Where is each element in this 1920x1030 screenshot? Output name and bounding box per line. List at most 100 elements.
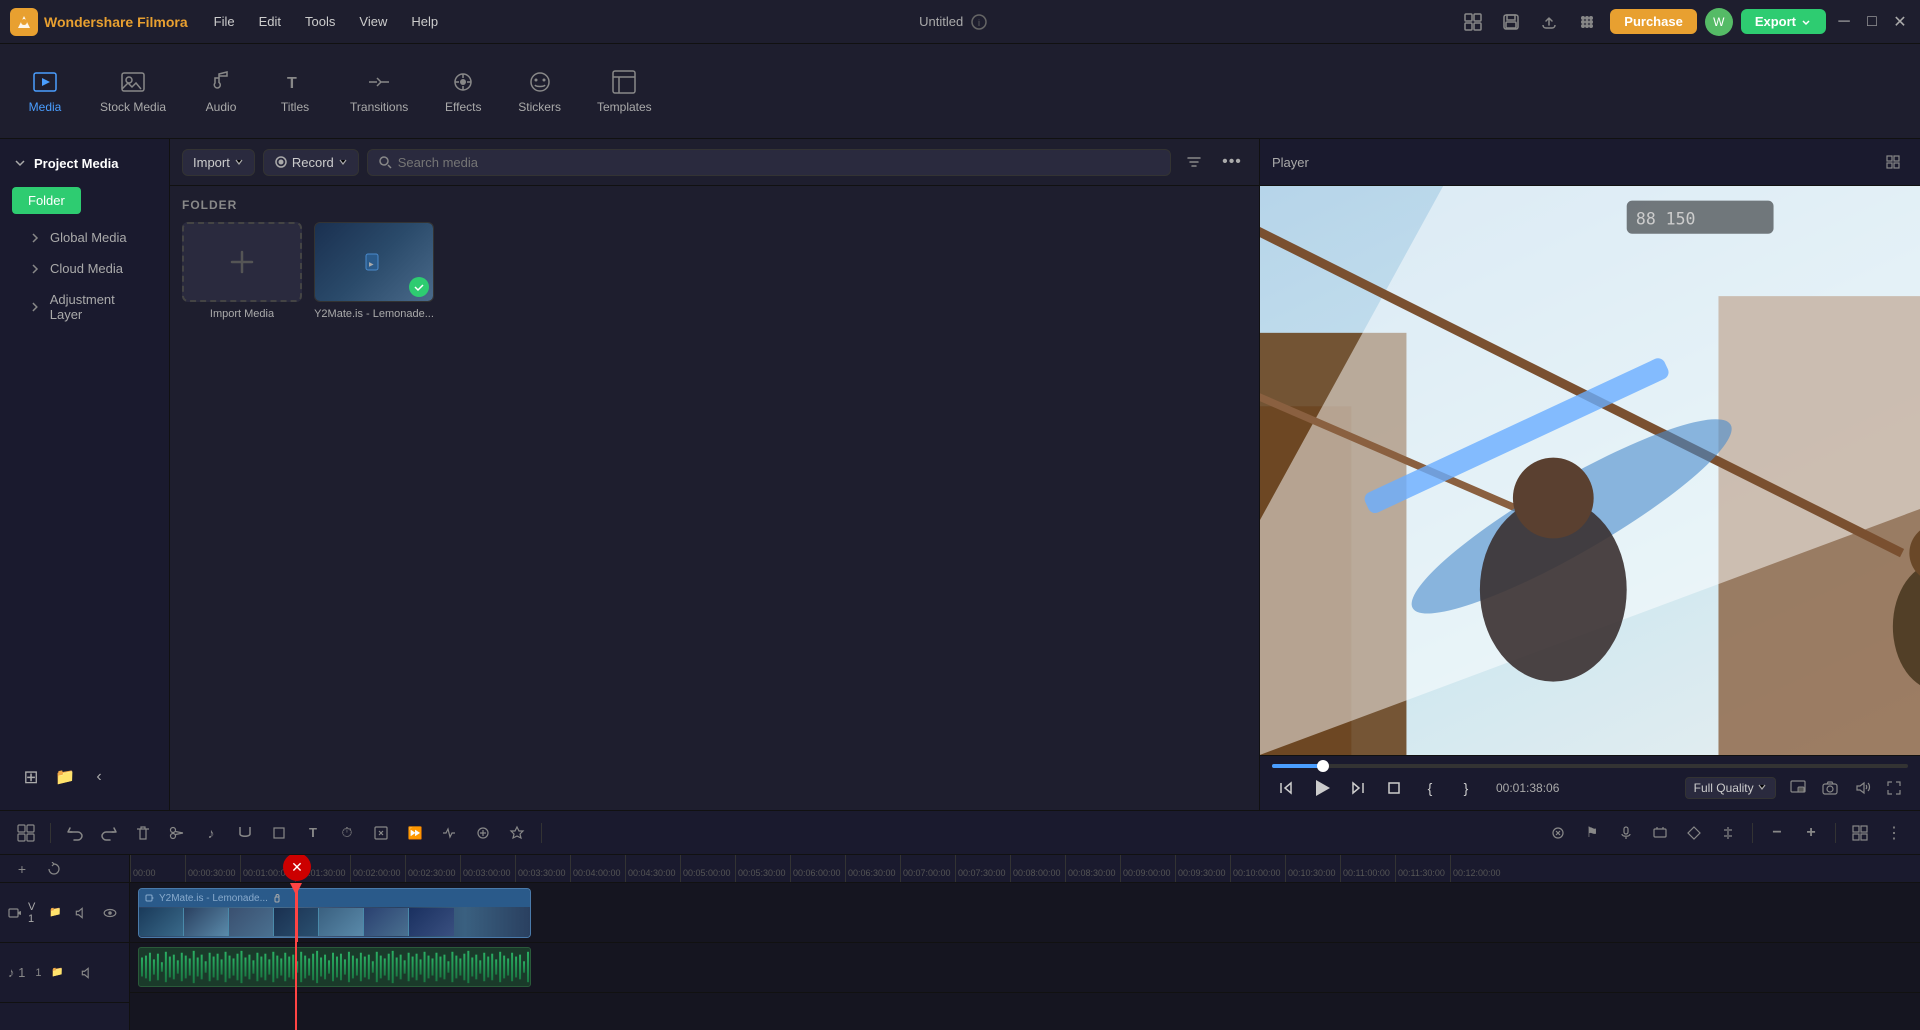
player-bracket-left[interactable]: { bbox=[1416, 774, 1444, 802]
toolbar-effects[interactable]: Effects bbox=[428, 60, 498, 122]
player-fullscreen-button[interactable] bbox=[1880, 774, 1908, 802]
close-button[interactable]: ✕ bbox=[1890, 12, 1910, 32]
maximize-button[interactable]: □ bbox=[1862, 12, 1882, 32]
track-eye-btn[interactable] bbox=[98, 899, 121, 927]
folder-open-icon[interactable]: 📁 bbox=[50, 762, 80, 792]
menu-tools[interactable]: Tools bbox=[295, 10, 345, 33]
toolbar-stock-media[interactable]: Stock Media bbox=[84, 60, 182, 122]
crop-btn[interactable] bbox=[265, 819, 293, 847]
import-media-item[interactable]: Import Media bbox=[182, 222, 302, 320]
media-grid: Import Media ▶ Y2Mate.is - Lemonade... bbox=[182, 222, 1247, 320]
ripple-btn[interactable] bbox=[435, 819, 463, 847]
svg-text:T: T bbox=[287, 75, 297, 92]
text-btn[interactable]: T bbox=[299, 819, 327, 847]
ruler-mark-5m: 00:05:00:00 bbox=[680, 855, 731, 882]
toolbar-transitions[interactable]: Transitions bbox=[334, 60, 424, 122]
track-label-icons bbox=[8, 906, 22, 920]
split-btn[interactable] bbox=[1714, 819, 1742, 847]
player-prev-button[interactable] bbox=[1272, 774, 1300, 802]
clip-video-icon bbox=[145, 893, 155, 903]
audio-track-label: ♪ 1 1 📁 bbox=[0, 943, 129, 1003]
timer-btn[interactable]: ⏱ bbox=[333, 819, 361, 847]
toolbar-stickers[interactable]: Stickers bbox=[502, 60, 577, 122]
keyframe-btn[interactable] bbox=[1680, 819, 1708, 847]
delete-button[interactable] bbox=[129, 819, 157, 847]
player-expand-icon[interactable] bbox=[1878, 147, 1908, 177]
zoom-out-btn[interactable]: − bbox=[1763, 819, 1791, 847]
speed-btn[interactable]: ⏩ bbox=[401, 819, 429, 847]
transform-btn[interactable] bbox=[367, 819, 395, 847]
collapse-icon[interactable]: ‹ bbox=[84, 762, 114, 792]
quality-dropdown[interactable]: Full Quality bbox=[1685, 777, 1776, 799]
ai-btn[interactable] bbox=[1544, 819, 1572, 847]
player-header: Player bbox=[1260, 139, 1920, 186]
menu-file[interactable]: File bbox=[204, 10, 245, 33]
menu-edit[interactable]: Edit bbox=[249, 10, 291, 33]
ruler-mark-12m: 00:12:00:00 bbox=[1450, 855, 1501, 882]
grid-view-btn[interactable] bbox=[1846, 819, 1874, 847]
video-clip-track[interactable]: Y2Mate.is - Lemonade... bbox=[138, 888, 531, 938]
player-snapshot-button[interactable] bbox=[1816, 774, 1844, 802]
more-options-btn[interactable]: ⋮ bbox=[1880, 819, 1908, 847]
player-volume-button[interactable] bbox=[1848, 774, 1876, 802]
marker-btn[interactable]: ⚑ bbox=[1578, 819, 1606, 847]
add-track-button[interactable]: + bbox=[8, 855, 36, 883]
import-dropdown[interactable]: Import bbox=[182, 149, 255, 176]
titlebar-actions: Purchase W Export ─ □ ✕ bbox=[1458, 7, 1910, 37]
ruler-mark-30s: 00:00:30:00 bbox=[185, 855, 236, 882]
audio-track-num: 1 bbox=[35, 967, 41, 979]
export-button[interactable]: Export bbox=[1741, 9, 1826, 34]
track-volume-btn[interactable] bbox=[70, 899, 93, 927]
player-step-forward-button[interactable] bbox=[1344, 774, 1372, 802]
audio-waveform-clip[interactable] bbox=[138, 947, 531, 987]
sidebar-item-cloud-media[interactable]: Cloud Media bbox=[4, 253, 165, 284]
menu-help[interactable]: Help bbox=[401, 10, 448, 33]
new-folder-icon[interactable]: ⊞ bbox=[16, 762, 46, 792]
timeline-ruler: 00:00 00:00:30:00 00:01:00:00 00:01:30:0… bbox=[130, 855, 1920, 883]
record-dropdown[interactable]: Record bbox=[263, 149, 359, 176]
video-clip-item[interactable]: ▶ Y2Mate.is - Lemonade... bbox=[314, 222, 434, 320]
timeline-layout-icon[interactable] bbox=[12, 819, 40, 847]
microphone-btn[interactable] bbox=[1612, 819, 1640, 847]
more-icon[interactable]: ••• bbox=[1217, 147, 1247, 177]
clip-btn[interactable] bbox=[1646, 819, 1674, 847]
player-stop-button[interactable] bbox=[1380, 774, 1408, 802]
player-pip-button[interactable] bbox=[1784, 774, 1812, 802]
avatar[interactable]: W bbox=[1705, 8, 1733, 36]
redo-button[interactable] bbox=[95, 819, 123, 847]
cloud-upload-icon[interactable] bbox=[1534, 7, 1564, 37]
ruler-mark-7m30s: 00:07:30:00 bbox=[955, 855, 1006, 882]
grid-icon[interactable] bbox=[1572, 7, 1602, 37]
zoom-in-btn[interactable]: + bbox=[1797, 819, 1825, 847]
minimize-button[interactable]: ─ bbox=[1834, 12, 1854, 32]
scissors-button[interactable] bbox=[163, 819, 191, 847]
filter-icon[interactable] bbox=[1179, 147, 1209, 177]
toolbar-titles[interactable]: T Titles bbox=[260, 60, 330, 122]
purchase-button[interactable]: Purchase bbox=[1610, 9, 1697, 34]
toolbar-audio[interactable]: Audio bbox=[186, 60, 256, 122]
player-bracket-right[interactable]: } bbox=[1452, 774, 1480, 802]
save-icon[interactable] bbox=[1496, 7, 1526, 37]
undo-button[interactable] bbox=[61, 819, 89, 847]
player-thumb[interactable] bbox=[1317, 760, 1329, 772]
audio-track-vol-btn[interactable] bbox=[73, 959, 101, 987]
loop-button[interactable] bbox=[40, 855, 68, 883]
titlebar: Wondershare Filmora File Edit Tools View… bbox=[0, 0, 1920, 44]
music-btn[interactable]: ♪ bbox=[197, 819, 225, 847]
menu-view[interactable]: View bbox=[349, 10, 397, 33]
magnet-btn[interactable] bbox=[231, 819, 259, 847]
project-media-header[interactable]: Project Media bbox=[0, 147, 169, 179]
folder-button[interactable]: Folder bbox=[12, 187, 81, 214]
player-timeline[interactable] bbox=[1272, 764, 1908, 768]
sidebar-item-adjustment-layer[interactable]: Adjustment Layer bbox=[4, 284, 165, 330]
player-play-pause-button[interactable] bbox=[1308, 774, 1336, 802]
search-input[interactable] bbox=[398, 155, 1160, 170]
track-folder-btn[interactable]: 📁 bbox=[47, 903, 63, 923]
sidebar-item-global-media[interactable]: Global Media bbox=[4, 222, 165, 253]
audio-track-folder-btn[interactable]: 📁 bbox=[47, 963, 67, 983]
toolbar-media[interactable]: Media bbox=[10, 60, 80, 122]
layout-icon[interactable] bbox=[1458, 7, 1488, 37]
color-btn[interactable] bbox=[469, 819, 497, 847]
toolbar-templates[interactable]: Templates bbox=[581, 60, 668, 122]
mask-btn[interactable] bbox=[503, 819, 531, 847]
